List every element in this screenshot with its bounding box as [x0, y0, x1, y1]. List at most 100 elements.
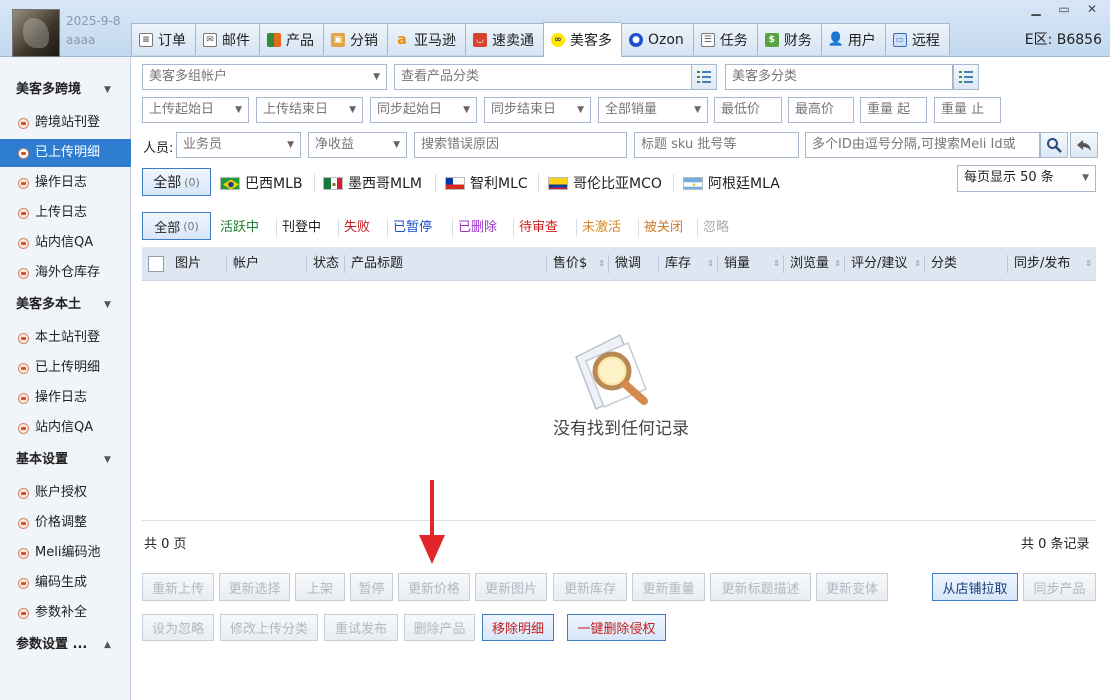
max-price-input[interactable]: 最高价	[788, 97, 854, 123]
sidebar-item-2-3[interactable]: 编码生成	[0, 569, 131, 597]
net-income-select[interactable]: 净收益 ▼	[308, 132, 407, 158]
sidebar-item-2-4[interactable]: 参数补全	[0, 599, 131, 627]
market-all-button[interactable]: 全部 (0)	[142, 168, 211, 196]
sidebar-group-1[interactable]: 美客多本土 ▼	[0, 292, 131, 318]
sidebar-item-0-4[interactable]: 站内信QA	[0, 229, 131, 257]
column-header[interactable]: 评分/建议 ⇕	[845, 247, 925, 281]
tab-finance[interactable]: $ 财务	[756, 23, 821, 55]
title-sku-input[interactable]: 标题 sku 批号等	[634, 132, 799, 158]
sidebar-group-0[interactable]: 美客多跨境 ▼	[0, 77, 131, 103]
account-group-select[interactable]: 美客多组帐户 ▼	[142, 64, 387, 90]
tab-task[interactable]: ☰ 任务	[692, 23, 757, 55]
search-icon[interactable]	[1040, 132, 1068, 158]
sidebar-group-3[interactable]: 参数设置 ... ▲	[0, 632, 131, 658]
tab-mercadolibre[interactable]: ∞ 美客多	[543, 22, 621, 57]
weight-from-input[interactable]: 重量 起	[860, 97, 927, 123]
sidebar-item-0-1[interactable]: 已上传明细	[0, 139, 131, 167]
salesman-select[interactable]: 业务员 ▼	[176, 132, 301, 158]
action2-button-3[interactable]: 删除产品	[404, 614, 475, 641]
column-header[interactable]: 分类	[925, 247, 1008, 281]
id-search-input[interactable]: 多个ID由逗号分隔,可搜索Meli Id或	[805, 132, 1040, 158]
tab-user[interactable]: 👤 用户	[820, 23, 885, 55]
sync-products-button[interactable]: 同步产品	[1023, 573, 1096, 601]
action2-button-0[interactable]: 设为忽略	[142, 614, 214, 641]
sidebar-group-2[interactable]: 基本设置 ▼	[0, 447, 131, 473]
status-all-button[interactable]: 全部 (0)	[142, 212, 211, 240]
upload-end-date[interactable]: 上传结束日 ▼	[256, 97, 363, 123]
column-header[interactable]: 状态	[307, 247, 345, 281]
category-list-icon[interactable]	[691, 64, 717, 90]
sidebar-item-0-0[interactable]: 跨境站刊登	[0, 109, 131, 137]
column-header[interactable]: 售价$ ⇕	[547, 247, 609, 281]
meli-category-field[interactable]: 美客多分类	[725, 64, 953, 90]
error-reason-input[interactable]: 搜索错误原因	[414, 132, 627, 158]
product-category-field[interactable]: 查看产品分类	[394, 64, 692, 90]
sidebar-item-2-0[interactable]: 账户授权	[0, 479, 131, 507]
pull-from-store-button[interactable]: 从店铺拉取	[932, 573, 1018, 601]
remove-detail-button[interactable]: 移除明细	[482, 614, 554, 641]
status-tab-6[interactable]: 未激活	[582, 214, 621, 242]
per-page-select[interactable]: 每页显示 50 条 ▼	[957, 165, 1096, 192]
upload-start-date[interactable]: 上传起始日 ▼	[142, 97, 249, 123]
close-icon[interactable]: ✕	[1080, 2, 1104, 16]
status-tab-7[interactable]: 被关闭	[644, 214, 683, 242]
action-button-2[interactable]: 上架	[295, 573, 345, 601]
column-header[interactable]: 浏览量 ⇕	[784, 247, 845, 281]
weight-to-input[interactable]: 重量 止	[934, 97, 1001, 123]
sidebar-item-1-2[interactable]: 操作日志	[0, 384, 131, 412]
column-header[interactable]: 帐户	[227, 247, 307, 281]
tab-aliexpress[interactable]: ◡ 速卖通	[465, 23, 543, 55]
market-brazil[interactable]: 巴西MLB	[220, 169, 302, 197]
action-button-1[interactable]: 更新选择	[219, 573, 290, 601]
market-colombia[interactable]: 哥伦比亚MCO	[548, 169, 662, 197]
tab-ozon[interactable]: ● Ozon	[621, 23, 693, 55]
action-button-7[interactable]: 更新重量	[632, 573, 705, 601]
sales-select[interactable]: 全部销量 ▼	[598, 97, 708, 123]
tab-amazon[interactable]: a 亚马逊	[387, 23, 465, 55]
sidebar-item-1-0[interactable]: 本土站刊登	[0, 324, 131, 352]
action-button-5[interactable]: 更新图片	[475, 573, 547, 601]
action-button-9[interactable]: 更新变体	[816, 573, 888, 601]
market-argentina[interactable]: 阿根廷MLA	[683, 169, 780, 197]
action2-button-2[interactable]: 重试发布	[324, 614, 398, 641]
delete-infringing-button[interactable]: 一键删除侵权	[567, 614, 666, 641]
tab-remote[interactable]: ▭ 远程	[884, 23, 950, 55]
action2-button-1[interactable]: 修改上传分类	[220, 614, 318, 641]
column-header[interactable]: 销量 ⇕	[718, 247, 784, 281]
sidebar-item-2-2[interactable]: Meli编码池	[0, 539, 131, 567]
action-button-4[interactable]: 更新价格	[398, 573, 470, 601]
tab-mail[interactable]: ✉ 邮件	[195, 23, 259, 55]
sidebar-item-0-2[interactable]: 操作日志	[0, 169, 131, 197]
sidebar-item-0-3[interactable]: 上传日志	[0, 199, 131, 227]
market-chile[interactable]: 智利MLC	[445, 169, 528, 197]
select-all-checkbox[interactable]	[148, 256, 164, 272]
meli-category-list-icon[interactable]	[953, 64, 979, 90]
action-button-3[interactable]: 暂停	[350, 573, 393, 601]
tab-product[interactable]: 产品	[259, 23, 323, 55]
action-button-0[interactable]: 重新上传	[142, 573, 214, 601]
reset-icon[interactable]	[1070, 132, 1098, 158]
sidebar-item-1-1[interactable]: 已上传明细	[0, 354, 131, 382]
column-header[interactable]: 图片	[169, 247, 227, 281]
user-avatar[interactable]	[12, 9, 60, 57]
minimize-icon[interactable]: ▁	[1024, 2, 1048, 16]
column-header[interactable]: 产品标题	[345, 247, 547, 281]
status-tab-3[interactable]: 已暂停	[393, 214, 432, 242]
sync-start-date[interactable]: 同步起始日 ▼	[370, 97, 477, 123]
maximize-icon[interactable]: ▭	[1052, 2, 1076, 16]
action-button-8[interactable]: 更新标题描述	[710, 573, 811, 601]
action-button-6[interactable]: 更新库存	[553, 573, 627, 601]
column-header[interactable]: 同步/发布 ⇕	[1008, 247, 1096, 281]
sidebar-item-2-1[interactable]: 价格调整	[0, 509, 131, 537]
min-price-input[interactable]: 最低价	[714, 97, 782, 123]
sidebar-item-0-5[interactable]: 海外仓库存	[0, 259, 131, 287]
status-tab-4[interactable]: 已删除	[458, 214, 497, 242]
column-header[interactable]: 微调	[609, 247, 659, 281]
status-tab-5[interactable]: 待审查	[519, 214, 558, 242]
sidebar-item-1-3[interactable]: 站内信QA	[0, 414, 131, 442]
market-mexico[interactable]: 墨西哥MLM	[323, 169, 422, 197]
sync-end-date[interactable]: 同步结束日 ▼	[484, 97, 591, 123]
status-tab-1[interactable]: 刊登中	[282, 214, 321, 242]
status-tab-8[interactable]: 忽略	[703, 214, 729, 242]
tab-distribution[interactable]: ▣ 分销	[323, 23, 387, 55]
